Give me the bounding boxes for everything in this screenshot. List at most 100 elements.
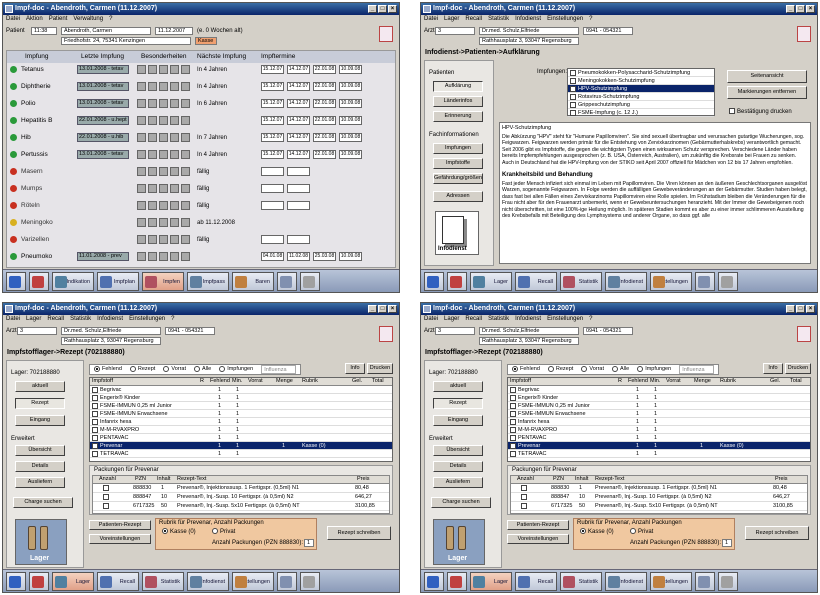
erinnerung-button[interactable]: Erinnerung [433, 111, 483, 122]
impftermin-field[interactable]: 22.01.08 [313, 150, 336, 159]
toolbar-baren-button[interactable]: Baren [232, 271, 274, 291]
besonderheit-box-icon[interactable] [148, 150, 157, 159]
menu-help[interactable]: ? [109, 15, 112, 24]
besonderheit-box-icon[interactable] [181, 65, 190, 74]
uebersicht-button[interactable]: Übersicht [15, 445, 65, 456]
besonderheit-box-icon[interactable] [137, 252, 146, 261]
filter-rezept-radio[interactable]: Rezept [547, 365, 573, 374]
impftermin-field[interactable]: 15.12.07 [261, 99, 284, 108]
menu-help[interactable]: ? [171, 315, 174, 324]
charge-suchen-button[interactable]: Charge suchen [13, 497, 73, 508]
charge-suchen-button[interactable]: Charge suchen [431, 497, 491, 508]
toolbar-icon-button[interactable] [718, 571, 738, 591]
besonderheit-box-icon[interactable] [148, 235, 157, 244]
impftermin-field[interactable] [261, 167, 284, 176]
menu-einstellungen[interactable]: Einstellungen [129, 315, 165, 324]
rezept-button[interactable]: Rezept [15, 398, 65, 409]
besonderheit-box-icon[interactable] [159, 167, 168, 176]
toolbar-lager-button[interactable]: Lager [470, 271, 512, 291]
menu-help[interactable]: ? [589, 15, 592, 24]
besonderheit-box-icon[interactable] [148, 252, 157, 261]
besonderheit-box-icon[interactable] [137, 150, 146, 159]
arzt-id-field[interactable]: 3 [435, 327, 475, 335]
impftermin-field[interactable]: 15.12.07 [261, 133, 284, 142]
menu-recall[interactable]: Recall [47, 315, 64, 324]
table-row[interactable]: M-M-RVAXPRO 1 1 [90, 426, 392, 434]
impftermin-field[interactable]: 10.09.08 [339, 116, 362, 125]
details-button[interactable]: Details [15, 461, 65, 472]
impftermin-field[interactable]: 22.01.08 [313, 133, 336, 142]
toolbar-impfpass-button[interactable]: Impfpass [187, 271, 229, 291]
besonderheit-box-icon[interactable] [159, 65, 168, 74]
row-checkbox[interactable] [510, 442, 516, 449]
table-row[interactable]: TETRAVAC 1 1 [90, 450, 392, 458]
list-item[interactable]: Meningokokken-Schutzimpfung [568, 77, 714, 85]
toolbar-einstellungen-button[interactable]: Einstellungen [232, 571, 274, 591]
toolbar-lager-button[interactable]: Lager [470, 571, 512, 591]
minimize-button[interactable]: _ [786, 305, 795, 313]
close-button[interactable]: × [806, 5, 815, 13]
last-vaccination[interactable]: 22.01.2008 - u.hib [77, 133, 129, 142]
maximize-button[interactable]: □ [378, 5, 387, 13]
besonderheit-box-icon[interactable] [159, 99, 168, 108]
impftermin-field[interactable] [287, 167, 310, 176]
besonderheit-box-icon[interactable] [137, 218, 146, 227]
arzt-name-field[interactable]: Dr.med. Schulz,Elfriede [479, 27, 579, 35]
adressen-button[interactable]: Adressen [433, 191, 483, 202]
toolbar-icon-button[interactable] [6, 271, 26, 291]
toolbar-statistik-button[interactable]: Statistik [560, 571, 602, 591]
besonderheit-box-icon[interactable] [148, 218, 157, 227]
besonderheit-box-icon[interactable] [170, 99, 179, 108]
besonderheit-box-icon[interactable] [137, 133, 146, 142]
row-checkbox[interactable] [510, 394, 516, 401]
rubrik-kasse-radio[interactable]: Kasse (0) [580, 528, 614, 536]
besonderheit-box-icon[interactable] [159, 82, 168, 91]
table-row[interactable]: 6717325 50 Prevenar®, Inj.-Susp. 5x10 Fert… [511, 502, 807, 511]
besonderheit-box-icon[interactable] [137, 65, 146, 74]
last-vaccination[interactable]: 13.01.2008 - tetav [77, 82, 129, 91]
besonderheit-box-icon[interactable] [159, 235, 168, 244]
impftermin-field[interactable]: 22.01.08 [313, 116, 336, 125]
row-checkbox[interactable] [510, 418, 516, 425]
patienten-rezept-button[interactable]: Patienten-Rezept [507, 520, 569, 530]
impfungen-list[interactable]: Pneumokokken-Polysaccharid-Schutzimpfung… [567, 68, 715, 117]
toolbar-indikation-button[interactable]: Indikation [52, 271, 94, 291]
besonderheit-box-icon[interactable] [181, 184, 190, 193]
filter-fehlend-radio[interactable]: Fehlend [94, 365, 122, 374]
pack-checkbox[interactable] [521, 502, 527, 509]
rubrik-privat-radio[interactable]: Privat [630, 528, 653, 536]
rezept-schreiben-button[interactable]: Rezept schreiben [327, 526, 391, 540]
seitenansicht-button[interactable]: Seitenansicht [727, 70, 807, 83]
last-vaccination[interactable]: 11.01.2008 - prev [77, 252, 129, 261]
table-row[interactable]: Hib 22.01.2008 - u.hib In 7 Jahren 15.12.07… [7, 132, 393, 144]
toolbar-einstellungen-button[interactable]: Einstellungen [650, 271, 692, 291]
table-row[interactable]: PENTAVAC 1 1 [508, 434, 810, 442]
patienten-rezept-button[interactable]: Patienten-Rezept [89, 520, 151, 530]
toolbar-icon-button[interactable] [424, 271, 444, 291]
besonderheit-box-icon[interactable] [148, 184, 157, 193]
gefaehrdung-button[interactable]: Gefährdung/größen [433, 173, 483, 184]
toolbar-icon-button[interactable] [277, 271, 297, 291]
toolbar-infodienst-button[interactable]: Infodienst [605, 271, 647, 291]
anzahl-field[interactable]: 1 [722, 539, 732, 547]
besonderheit-box-icon[interactable] [170, 184, 179, 193]
row-checkbox[interactable] [510, 402, 516, 409]
pack-checkbox[interactable] [103, 493, 109, 500]
impftermin-field[interactable]: 14.12.07 [287, 82, 310, 91]
table-row[interactable]: Tetanus 13.01.2008 - tetav In 4 Jahren 15.1… [7, 64, 393, 76]
rubrik-kasse-radio[interactable]: Kasse (0) [162, 528, 196, 536]
besonderheit-box-icon[interactable] [181, 167, 190, 176]
besonderheit-box-icon[interactable] [148, 82, 157, 91]
table-row[interactable]: FSME-IMMUN 0,25 ml Junior 1 1 [508, 402, 810, 410]
impftermin-field[interactable] [287, 201, 310, 210]
toolbar-icon-button[interactable] [447, 271, 467, 291]
row-checkbox[interactable] [510, 426, 516, 433]
menu-einstellungen[interactable]: Einstellungen [547, 315, 583, 324]
menu-einstellungen[interactable]: Einstellungen [547, 15, 583, 24]
menu-datei[interactable]: Datei [424, 315, 438, 324]
arzt-id-field[interactable]: 3 [435, 27, 475, 35]
besonderheit-box-icon[interactable] [148, 65, 157, 74]
table-row[interactable]: Masern fällig [7, 166, 393, 178]
filter-impfungen-radio[interactable]: Impfungen [219, 365, 253, 374]
besonderheit-box-icon[interactable] [137, 116, 146, 125]
